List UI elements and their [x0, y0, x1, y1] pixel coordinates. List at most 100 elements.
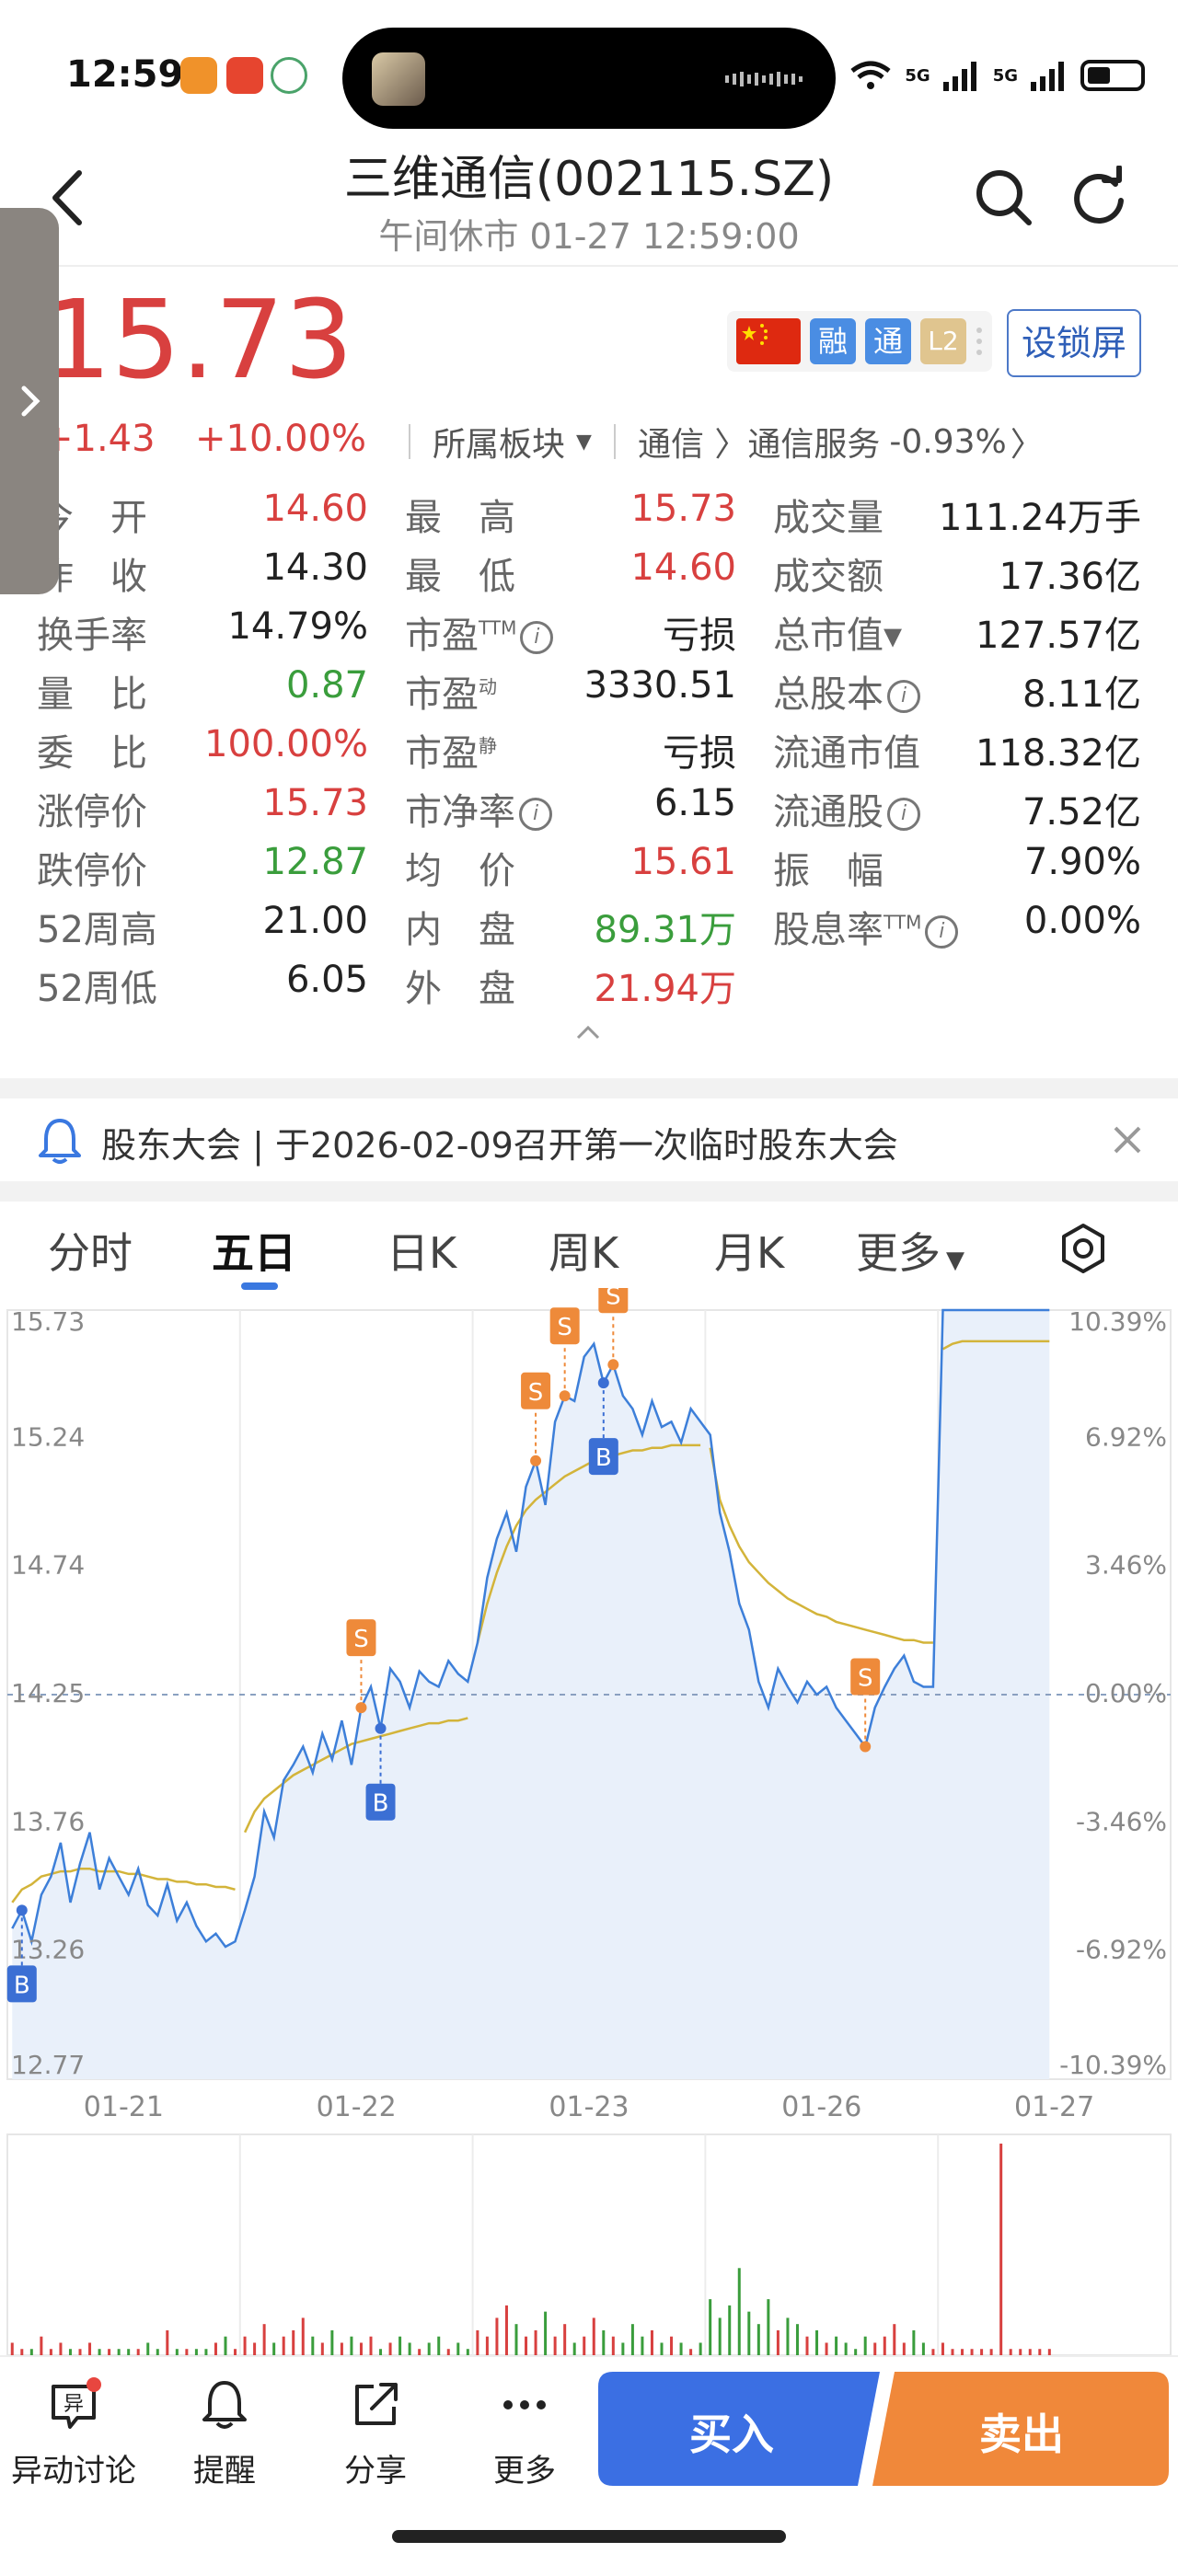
nav-label: 更多 [493, 2453, 556, 2490]
y-tick-label-right: -3.46% [1076, 1806, 1167, 1836]
volume-bar [786, 2317, 790, 2355]
dynamic-island[interactable] [342, 28, 836, 129]
volume-bar [194, 2349, 198, 2355]
notice-bar[interactable]: 股东大会 | 于2026-02-09召开第一次临时股东大会 [0, 1098, 1178, 1183]
stat-label: 成交额 [773, 546, 884, 600]
volume-bar [805, 2336, 809, 2355]
y-tick-label-left: 14.74 [11, 1550, 85, 1581]
china-flag-icon [736, 318, 801, 364]
y-tick-label-left: 14.25 [11, 1678, 85, 1708]
tab-five-day[interactable]: 五日 [212, 1220, 296, 1281]
stat-label[interactable]: 市净率 i [405, 782, 552, 835]
volume-bar [504, 2305, 508, 2355]
divider [613, 424, 616, 459]
volume-bar [311, 2336, 315, 2355]
y-tick-label-right: 6.92% [1085, 1421, 1167, 1452]
stat-value: 118.32亿 [976, 732, 1141, 775]
info-icon[interactable]: i [887, 798, 920, 831]
stat-label[interactable]: 总股本 i [773, 664, 920, 718]
tab-weekly-k[interactable]: 周K [549, 1220, 618, 1281]
volume-bar [776, 2329, 780, 2355]
refresh-button[interactable] [1068, 166, 1132, 230]
volume-bar [767, 2299, 770, 2355]
marker-label: S [557, 1314, 572, 1341]
network-label-2: 5G [992, 65, 1018, 86]
volume-bar [747, 2311, 751, 2355]
volume-bar [689, 2349, 693, 2355]
tab-monthly-k[interactable]: 月K [714, 1220, 784, 1281]
badge-group[interactable]: 融 通 L2 [727, 311, 992, 372]
sector-path-link[interactable]: 通信 〉通信服务 [638, 418, 880, 466]
volume-bar [437, 2336, 441, 2355]
stat-label[interactable]: 股息率TTM i [773, 900, 959, 953]
volume-bar [718, 2317, 722, 2355]
stat-label-text: 52周高 [37, 909, 157, 951]
volume-bar [282, 2336, 285, 2355]
marker-dot [375, 1722, 387, 1734]
volume-bar [320, 2342, 324, 2355]
volume-bar [466, 2349, 469, 2355]
collapse-caret-icon[interactable] [574, 1023, 602, 1041]
stat-label-text: 市净率 [405, 791, 515, 834]
nav-alert[interactable]: 提醒 [160, 2377, 289, 2490]
stat-label: 委 比 [37, 723, 147, 776]
stat-label-text: 市盈 [405, 615, 479, 657]
info-icon[interactable]: i [519, 798, 552, 831]
volume-bar [660, 2342, 664, 2355]
volume-bar [204, 2349, 208, 2355]
stat-label: 量 比 [37, 664, 147, 718]
volume-bar [243, 2336, 247, 2355]
gear-icon[interactable] [1057, 1222, 1110, 1275]
stat-label-text: 振 幅 [773, 850, 884, 892]
close-icon[interactable] [1104, 1117, 1150, 1163]
stat-label-sup: TTM [884, 911, 922, 934]
y-tick-label-right: -6.92% [1076, 1935, 1167, 1965]
volume-bar [728, 2305, 732, 2355]
volume-bar [185, 2349, 189, 2355]
stat-label[interactable]: 市盈TTM i [405, 605, 554, 659]
x-tick-label: 01-21 [84, 2091, 164, 2123]
volume-bar [699, 2342, 702, 2355]
sector-dropdown[interactable]: 所属板块 [433, 418, 565, 466]
tab-more[interactable]: 更多 ▼ [856, 1220, 964, 1281]
volume-bar [572, 2342, 576, 2355]
stat-label-text: 涨停价 [37, 791, 147, 834]
marker-dot [530, 1455, 542, 1466]
five-day-chart[interactable]: 15.73 10.39% 15.24 6.92% 14.74 3.46% 14.25 0.00… [0, 1288, 1178, 2364]
stat-value: 8.11亿 [1022, 673, 1141, 716]
volume-bar [844, 2342, 848, 2355]
side-drawer-tab[interactable] [0, 208, 59, 594]
volume-bar [379, 2349, 383, 2355]
marker-dot [860, 1741, 872, 1753]
y-tick-label-left: 15.73 [11, 1306, 85, 1337]
stat-label: 最 高 [405, 488, 515, 541]
nav-more[interactable]: 更多 [460, 2377, 589, 2490]
search-button[interactable] [972, 166, 1036, 230]
volume-bar [485, 2336, 489, 2355]
nav-share[interactable]: 分享 [311, 2377, 440, 2490]
sell-button-label[interactable]: 卖出 [884, 2401, 1160, 2462]
volume-bar [621, 2342, 625, 2355]
share-icon [355, 2383, 398, 2425]
tab-intraday[interactable]: 分时 [48, 1220, 133, 1281]
stat-label-text: 成交量 [773, 497, 884, 539]
info-icon[interactable]: i [887, 680, 920, 713]
info-icon[interactable]: i [520, 621, 554, 654]
stat-value: 89.31万 [594, 909, 736, 951]
buy-button-label[interactable]: 买入 [598, 2401, 865, 2462]
y-tick-label-left: 15.24 [11, 1421, 85, 1452]
marker-dot [355, 1702, 367, 1714]
volume-bar [815, 2329, 819, 2355]
volume-bar [825, 2342, 828, 2355]
tab-daily-k[interactable]: 日K [387, 1220, 456, 1281]
volume-bar [795, 2324, 799, 2355]
price-change: +1.43 [42, 418, 156, 460]
notice-text: 股东大会 | 于2026-02-09召开第一次临时股东大会 [101, 1125, 898, 1166]
set-lock-screen-button[interactable]: 设锁屏 [1007, 309, 1141, 377]
stat-label[interactable]: 流通股 i [773, 782, 920, 835]
volume-bar [68, 2349, 72, 2355]
volume-bar [495, 2317, 499, 2355]
nav-discussion[interactable]: 异 异动讨论 [9, 2377, 138, 2490]
info-icon[interactable]: i [925, 915, 959, 949]
volume-bar [330, 2329, 334, 2355]
